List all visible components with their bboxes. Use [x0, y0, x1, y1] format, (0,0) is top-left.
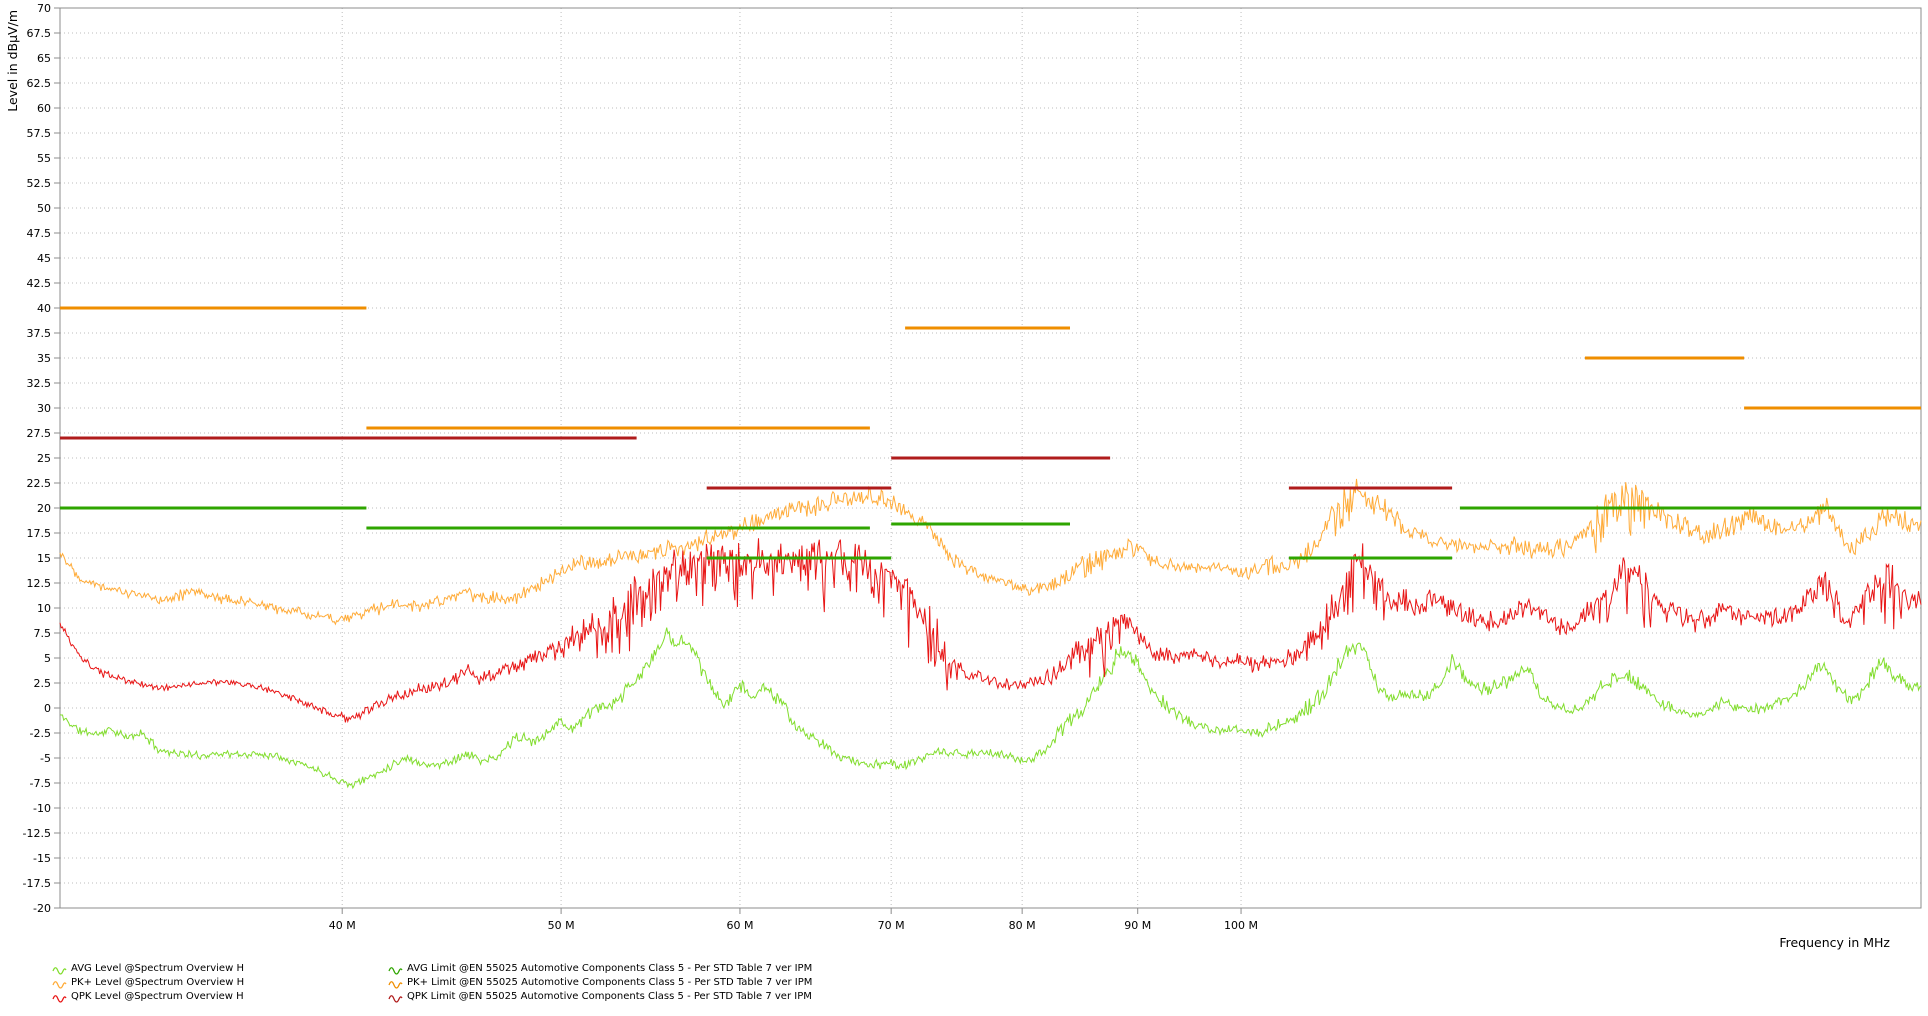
- trace-squiggle-icon: [388, 992, 403, 1003]
- y-tick-label: -2.5: [30, 727, 51, 740]
- x-axis-title: Frequency in MHz: [1779, 935, 1890, 950]
- y-tick-label: 55: [37, 152, 51, 165]
- y-tick-label: -15: [33, 852, 51, 865]
- legend-column: AVG Limit @EN 55025 Automotive Component…: [388, 963, 812, 1003]
- y-tick-label: 0: [44, 702, 51, 715]
- y-tick-label: 5: [44, 652, 51, 665]
- x-tick-label: 60 M: [726, 919, 753, 932]
- x-tick-label: 100 M: [1224, 919, 1258, 932]
- y-tick-label: 22.5: [27, 477, 52, 490]
- y-axis-title: Level in dBµV/m: [5, 10, 20, 112]
- y-tick-label: 30: [37, 402, 51, 415]
- y-tick-label: 47.5: [27, 227, 52, 240]
- trace-squiggle-icon: [388, 964, 403, 975]
- y-tick-label: 42.5: [27, 277, 52, 290]
- legend-label: PK+ Limit @EN 55025 Automotive Component…: [407, 977, 812, 989]
- y-tick-label: 15: [37, 552, 51, 565]
- x-tick-label: 50 M: [548, 919, 575, 932]
- x-tick-label: 90 M: [1124, 919, 1151, 932]
- emc-spectrum-overview: 7067.56562.56057.55552.55047.54542.54037…: [0, 0, 1928, 1016]
- legend-label: QPK Limit @EN 55025 Automotive Component…: [407, 991, 812, 1003]
- y-tick-label: 10: [37, 602, 51, 615]
- y-tick-label: -7.5: [30, 777, 51, 790]
- axis-ticks: [54, 8, 1241, 914]
- axis-tick-labels: 7067.56562.56057.55552.55047.54542.54037…: [23, 2, 1259, 932]
- legend-item-qpk-limit[interactable]: QPK Limit @EN 55025 Automotive Component…: [388, 991, 812, 1003]
- legend-label: AVG Level @Spectrum Overview H: [71, 963, 244, 975]
- trace-squiggle-icon: [52, 964, 67, 975]
- y-tick-label: 17.5: [27, 527, 52, 540]
- y-tick-label: 35: [37, 352, 51, 365]
- legend-column: AVG Level @Spectrum Overview H PK+ Level …: [52, 963, 244, 1003]
- y-tick-label: 27.5: [27, 427, 52, 440]
- legend-item-pk+-trace[interactable]: PK+ Level @Spectrum Overview H: [52, 977, 244, 989]
- legend-item-pk+-limit[interactable]: PK+ Limit @EN 55025 Automotive Component…: [388, 977, 812, 989]
- y-tick-label: -10: [33, 802, 51, 815]
- y-tick-label: 50: [37, 202, 51, 215]
- legend-item-avg-limit[interactable]: AVG Limit @EN 55025 Automotive Component…: [388, 963, 812, 975]
- y-tick-label: 65: [37, 52, 51, 65]
- trace-squiggle-icon: [52, 978, 67, 989]
- y-tick-label: 62.5: [27, 77, 52, 90]
- trace-avg: [60, 628, 1921, 788]
- y-tick-label: 2.5: [34, 677, 52, 690]
- spectrum-plot-canvas[interactable]: 7067.56562.56057.55552.55047.54542.54037…: [0, 0, 1928, 1016]
- trace-qpk: [60, 538, 1921, 722]
- legend-label: QPK Level @Spectrum Overview H: [71, 991, 244, 1003]
- y-tick-label: 32.5: [27, 377, 52, 390]
- legend-item-avg-trace[interactable]: AVG Level @Spectrum Overview H: [52, 963, 244, 975]
- trace-pk+: [60, 479, 1921, 624]
- y-tick-label: 7.5: [34, 627, 52, 640]
- limit-lines: [60, 308, 1921, 558]
- y-tick-label: 20: [37, 502, 51, 515]
- y-tick-label: 45: [37, 252, 51, 265]
- y-tick-label: 57.5: [27, 127, 52, 140]
- trace-squiggle-icon: [52, 992, 67, 1003]
- y-tick-label: -17.5: [23, 877, 51, 890]
- y-tick-label: 40: [37, 302, 51, 315]
- legend-label: PK+ Level @Spectrum Overview H: [71, 977, 244, 989]
- legend-label: AVG Limit @EN 55025 Automotive Component…: [407, 963, 812, 975]
- y-tick-label: -12.5: [23, 827, 51, 840]
- y-tick-label: 37.5: [27, 327, 52, 340]
- trace-squiggle-icon: [388, 978, 403, 989]
- y-tick-label: 25: [37, 452, 51, 465]
- legend-item-qpk-trace[interactable]: QPK Level @Spectrum Overview H: [52, 991, 244, 1003]
- y-tick-label: 60: [37, 102, 51, 115]
- y-tick-label: 52.5: [27, 177, 52, 190]
- y-tick-label: 70: [37, 2, 51, 15]
- x-tick-label: 80 M: [1009, 919, 1036, 932]
- y-tick-label: 67.5: [27, 27, 52, 40]
- x-tick-label: 70 M: [878, 919, 905, 932]
- x-tick-label: 40 M: [329, 919, 356, 932]
- y-tick-label: 12.5: [27, 577, 52, 590]
- y-tick-label: -5: [40, 752, 51, 765]
- y-tick-label: -20: [33, 902, 51, 915]
